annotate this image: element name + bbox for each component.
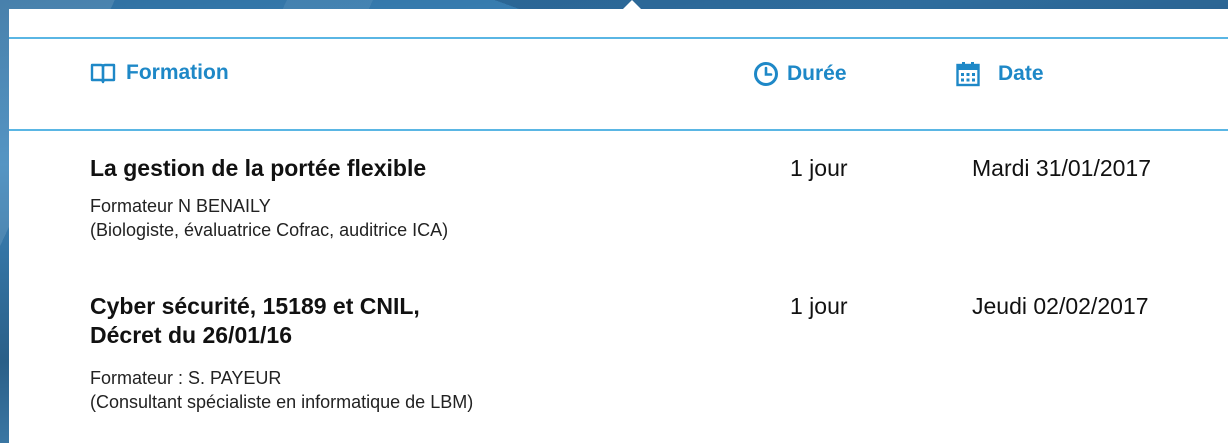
panel-pointer: [621, 0, 643, 11]
training-duration: 1 jour: [790, 155, 848, 181]
table-header: Formation Durée Date: [9, 37, 1228, 131]
training-title-line: La gestion de la portée flexible: [90, 155, 427, 181]
trainer-info: Formateur N BENAILY (Biologiste, évaluat…: [90, 194, 448, 242]
training-title: Cyber sécurité, 15189 et CNIL, Décret du…: [90, 292, 610, 350]
training-date: Jeudi 02/02/2017: [972, 293, 1149, 319]
trainer-detail: (Consultant spécialiste en informatique …: [90, 392, 474, 412]
book-icon: [90, 62, 116, 84]
training-title-line: Décret du 26/01/16: [90, 322, 293, 348]
trainer-name: Formateur N BENAILY: [90, 196, 271, 216]
column-header-duree-label: Durée: [787, 62, 847, 85]
column-header-formation-label: Formation: [126, 61, 229, 84]
column-header-date-label: Date: [998, 62, 1044, 85]
calendar-icon: [956, 61, 980, 87]
column-header-date: Date: [956, 61, 1044, 87]
training-title-line: Cyber sécurité, 15189 et CNIL,: [90, 293, 420, 319]
column-header-duree: Durée: [753, 61, 847, 87]
training-schedule-panel: Formation Durée Date La gestion de la po…: [9, 0, 1228, 443]
trainer-info: Formateur : S. PAYEUR (Consultant spécia…: [90, 366, 473, 414]
trainer-name: Formateur : S. PAYEUR: [90, 368, 282, 388]
column-header-formation: Formation: [90, 61, 229, 85]
training-date: Mardi 31/01/2017: [972, 155, 1152, 181]
training-duration: 1 jour: [790, 293, 848, 319]
training-title: La gestion de la portée flexible: [90, 154, 610, 183]
clock-icon: [753, 61, 779, 87]
trainer-detail: (Biologiste, évaluatrice Cofrac, auditri…: [90, 220, 449, 240]
